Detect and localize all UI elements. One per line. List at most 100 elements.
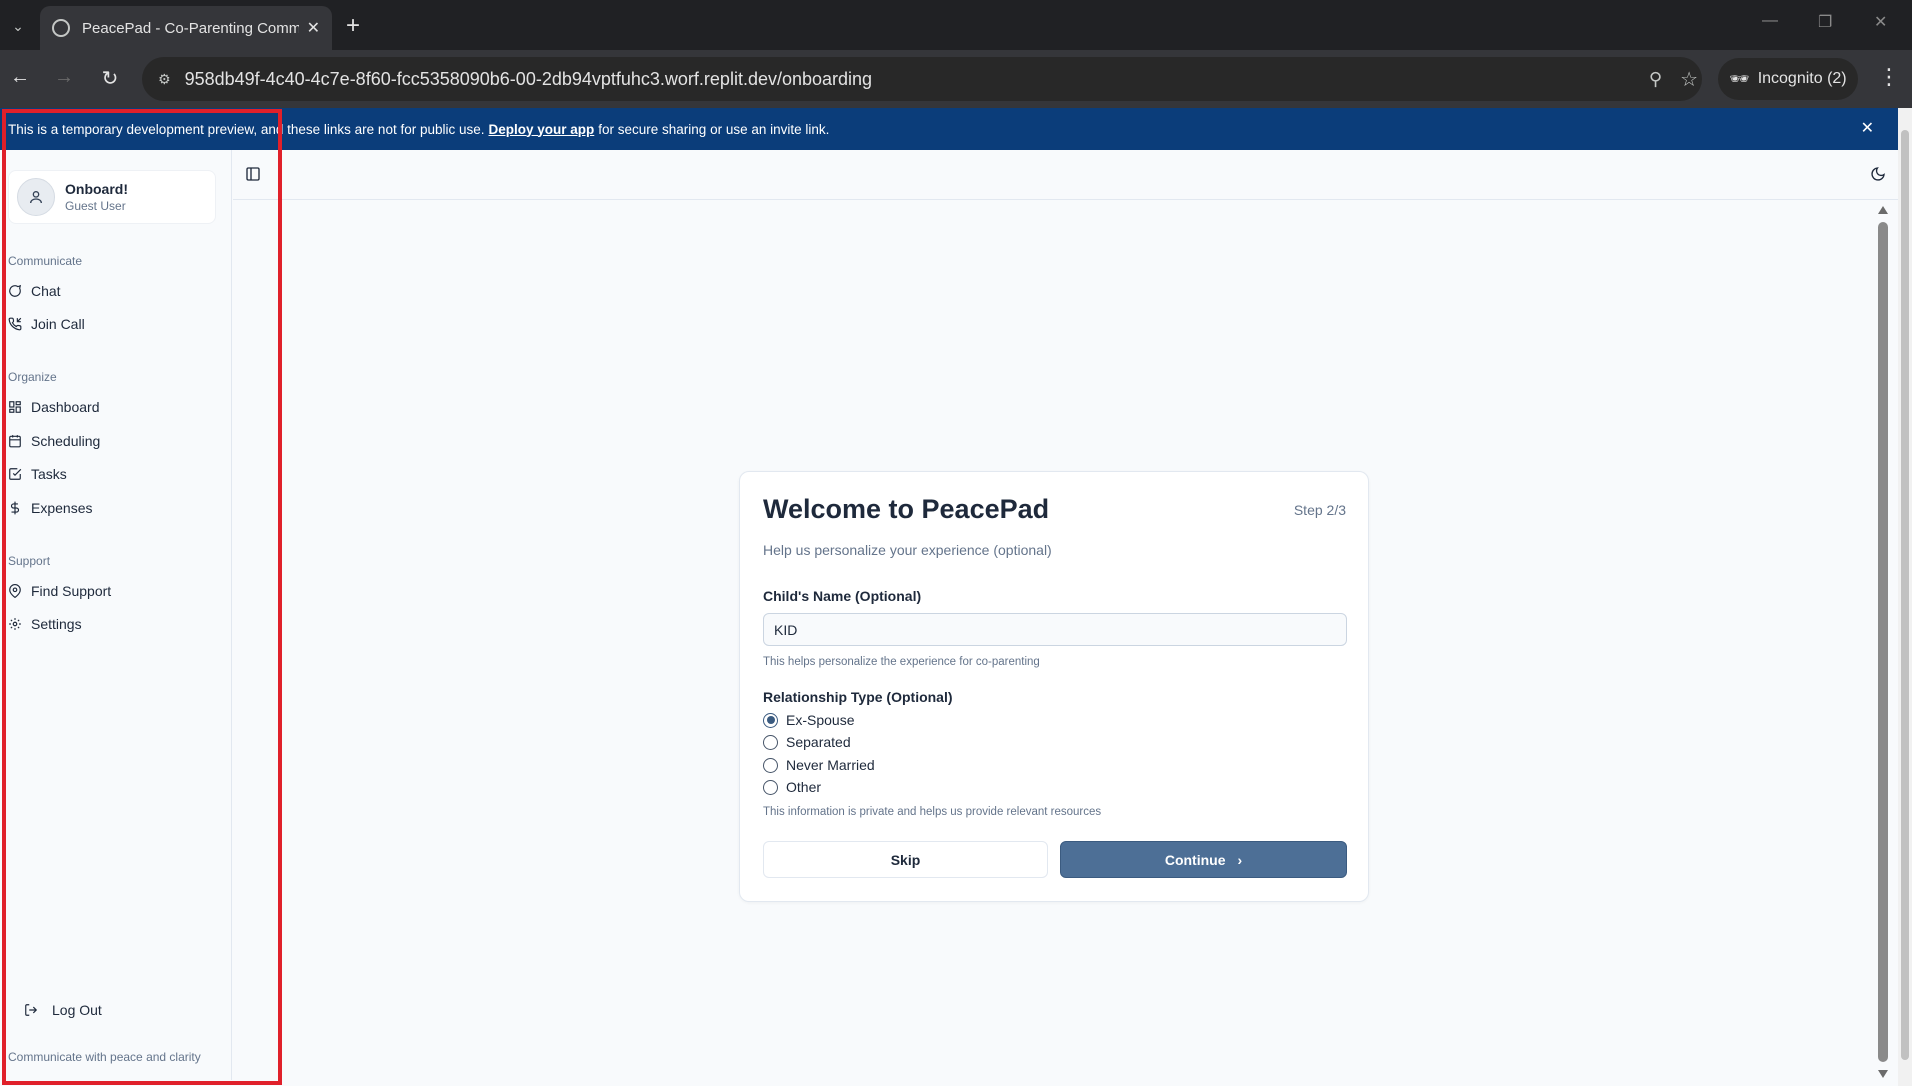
site-info-icon[interactable]: ⚙ bbox=[158, 71, 171, 88]
sidebar-item-settings[interactable]: Settings bbox=[8, 610, 218, 638]
sidebar-item-join-call[interactable]: Join Call bbox=[8, 310, 218, 338]
bookmark-star-icon[interactable]: ☆ bbox=[1680, 67, 1698, 92]
logout-label: Log Out bbox=[52, 1002, 102, 1018]
calendar-icon bbox=[8, 434, 22, 448]
message-circle-icon bbox=[8, 284, 22, 298]
address-bar[interactable]: ⚙ 958db49f-4c40-4c7e-8f60-fcc5358090b6-0… bbox=[142, 57, 1702, 101]
child-name-help: This helps personalize the experience fo… bbox=[763, 656, 1040, 668]
app-header bbox=[233, 150, 1898, 200]
sidebar-item-label: Expenses bbox=[31, 500, 93, 516]
radio-button[interactable] bbox=[763, 712, 778, 728]
sidebar-item-label: Tasks bbox=[31, 466, 67, 482]
radio-button[interactable] bbox=[763, 757, 778, 773]
radio-label: Separated bbox=[786, 734, 851, 750]
tab-search-chevron-icon[interactable]: ⌄ bbox=[6, 14, 30, 38]
scroll-down-arrow-icon[interactable] bbox=[1878, 1070, 1888, 1078]
chevron-right-icon: › bbox=[1237, 851, 1243, 868]
browser-tab[interactable]: PeacePad - Co-Parenting Comm ✕ bbox=[40, 6, 332, 50]
logout-button[interactable]: Log Out bbox=[24, 1002, 102, 1018]
onboarding-card: Welcome to PeacePad Step 2/3 Help us per… bbox=[739, 471, 1369, 902]
sidebar-item-find-support[interactable]: Find Support bbox=[8, 577, 218, 605]
continue-button[interactable]: Continue › bbox=[1060, 841, 1347, 878]
reload-icon[interactable]: ↻ bbox=[98, 66, 122, 91]
sidebar-item-label: Join Call bbox=[31, 316, 85, 332]
sidebar-item-dashboard[interactable]: Dashboard bbox=[8, 393, 218, 421]
radio-label: Ex-Spouse bbox=[786, 712, 855, 728]
sidebar-item-label: Settings bbox=[31, 616, 82, 632]
relationship-label: Relationship Type (Optional) bbox=[763, 689, 953, 705]
relationship-help: This information is private and helps us… bbox=[763, 806, 1102, 818]
sidebar-item-chat[interactable]: Chat bbox=[8, 277, 218, 305]
moon-icon[interactable] bbox=[1870, 166, 1886, 182]
sidebar-item-label: Scheduling bbox=[31, 433, 101, 449]
skip-button[interactable]: Skip bbox=[763, 841, 1048, 878]
sidebar-item-label: Dashboard bbox=[31, 399, 100, 415]
profile-label: Incognito (2) bbox=[1757, 70, 1847, 87]
section-label-communicate: Communicate bbox=[8, 254, 83, 268]
app-root: Onboard! Guest User Communicate Chat Joi… bbox=[0, 150, 1898, 1086]
dev-preview-banner: This is a temporary development preview,… bbox=[0, 108, 1898, 150]
page-scroll-thumb[interactable] bbox=[1901, 130, 1909, 1060]
user-role: Guest User bbox=[65, 199, 126, 213]
page-title: Welcome to PeacePad bbox=[763, 494, 1050, 524]
sidebar-item-label: Chat bbox=[31, 283, 61, 299]
url-host: 958db49f-4c40-4c7e-8f60-fcc5358090b6-00-… bbox=[184, 68, 777, 89]
radio-label: Other bbox=[786, 779, 822, 795]
close-icon[interactable]: ✕ bbox=[1861, 118, 1874, 138]
user-card[interactable]: Onboard! Guest User bbox=[8, 170, 216, 224]
deploy-link[interactable]: Deploy your app bbox=[489, 122, 595, 137]
page-scrollbar[interactable] bbox=[1898, 108, 1912, 1086]
section-label-organize: Organize bbox=[8, 370, 57, 384]
close-tab-icon[interactable]: ✕ bbox=[307, 18, 320, 38]
radio-ex-spouse[interactable]: Ex-Spouse bbox=[763, 712, 854, 728]
sidebar-item-label: Find Support bbox=[31, 583, 112, 599]
sidebar-tagline: Communicate with peace and clarity bbox=[8, 1050, 201, 1064]
browser-tab-bar: ⌄ PeacePad - Co-Parenting Comm ✕ + — ❐ ✕ bbox=[0, 0, 1912, 50]
back-icon[interactable]: ← bbox=[8, 66, 32, 89]
banner-text-after: for secure sharing or use an invite link… bbox=[598, 121, 830, 137]
step-indicator: Step 2/3 bbox=[1293, 502, 1346, 518]
incognito-icon: 🕶 bbox=[1729, 71, 1750, 88]
user-name: Onboard! bbox=[65, 181, 128, 197]
tab-title: PeacePad - Co-Parenting Comm bbox=[82, 19, 299, 37]
user-icon bbox=[17, 178, 55, 216]
continue-label: Continue bbox=[1164, 851, 1226, 868]
sidebar-item-expenses[interactable]: Expenses bbox=[8, 494, 218, 522]
sidebar: Onboard! Guest User Communicate Chat Joi… bbox=[0, 150, 232, 1080]
radio-never-married[interactable]: Never Married bbox=[763, 757, 875, 773]
gear-icon bbox=[8, 617, 22, 631]
radio-button[interactable] bbox=[763, 734, 778, 750]
url-path: /onboarding bbox=[776, 68, 873, 89]
sidebar-item-tasks[interactable]: Tasks bbox=[8, 460, 218, 488]
forward-icon[interactable]: → bbox=[52, 66, 76, 89]
browser-toolbar: ← → ↻ ⚙ 958db49f-4c40-4c7e-8f60-fcc53580… bbox=[0, 50, 1912, 108]
dollar-sign-icon bbox=[8, 501, 22, 515]
check-square-icon bbox=[8, 467, 22, 481]
content-scrollbar[interactable] bbox=[1876, 206, 1890, 1078]
scroll-up-arrow-icon[interactable] bbox=[1878, 206, 1888, 214]
restore-icon[interactable]: ❐ bbox=[1818, 12, 1832, 32]
layout-dashboard-icon bbox=[8, 400, 22, 414]
radio-button[interactable] bbox=[763, 779, 778, 795]
browser-menu-icon[interactable]: ⋮ bbox=[1878, 64, 1900, 90]
child-name-input[interactable] bbox=[763, 613, 1347, 646]
child-name-label: Child's Name (Optional) bbox=[763, 588, 922, 604]
zoom-icon[interactable]: ⚲ bbox=[1649, 69, 1662, 90]
radio-separated[interactable]: Separated bbox=[763, 734, 851, 750]
log-out-icon bbox=[24, 1003, 38, 1017]
banner-text-before: This is a temporary development preview,… bbox=[8, 121, 485, 137]
close-window-icon[interactable]: ✕ bbox=[1874, 12, 1887, 32]
globe-icon bbox=[52, 19, 70, 37]
phone-incoming-icon bbox=[8, 317, 22, 331]
radio-label: Never Married bbox=[786, 757, 875, 773]
sidebar-item-scheduling[interactable]: Scheduling bbox=[8, 427, 218, 455]
map-pin-icon bbox=[8, 584, 22, 598]
sidebar-toggle-icon[interactable] bbox=[245, 166, 261, 182]
incognito-profile-button[interactable]: 🕶 Incognito (2) bbox=[1718, 58, 1858, 100]
card-subtitle: Help us personalize your experience (opt… bbox=[763, 542, 1052, 558]
radio-other[interactable]: Other bbox=[763, 779, 821, 795]
scroll-thumb[interactable] bbox=[1878, 222, 1888, 1062]
section-label-support: Support bbox=[8, 554, 51, 568]
new-tab-icon[interactable]: + bbox=[346, 12, 360, 40]
minimize-icon[interactable]: — bbox=[1762, 12, 1778, 30]
